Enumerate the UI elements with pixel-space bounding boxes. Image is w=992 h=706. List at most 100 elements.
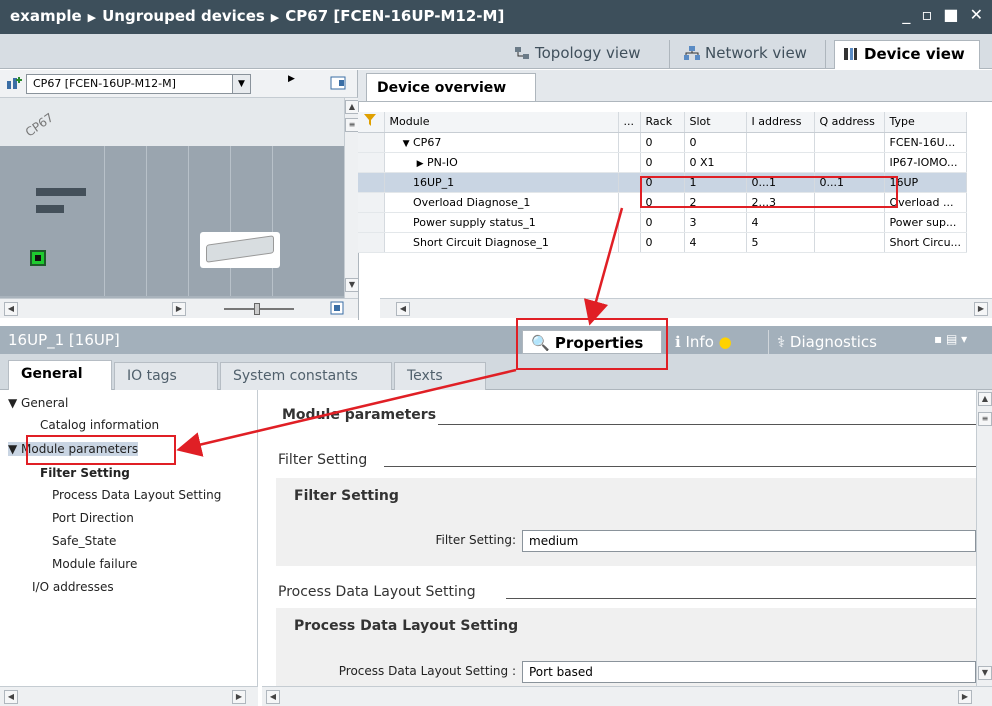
canvas-horizontal-scrollbar[interactable]: ◀ ▶ bbox=[0, 298, 358, 318]
tab-topology-label: Topology view bbox=[535, 44, 641, 62]
network-icon bbox=[684, 46, 700, 60]
content-horizontal-scrollbar[interactable]: ◀ ▶ bbox=[262, 686, 992, 706]
cell-i-address bbox=[746, 132, 815, 153]
subtab-general[interactable]: General bbox=[8, 360, 112, 391]
col-q-address[interactable]: Q address bbox=[814, 112, 885, 133]
table-row[interactable]: Short Circuit Diagnose_1 0 4 5 Short Cir… bbox=[358, 232, 968, 253]
pdl-setting-field[interactable]: Port based bbox=[522, 661, 976, 683]
diagnostics-icon: ⚕ bbox=[777, 333, 786, 351]
zoom-fit-icon[interactable] bbox=[330, 301, 344, 318]
scroll-up-icon[interactable]: ▲ bbox=[978, 392, 992, 406]
scroll-down-icon[interactable]: ▼ bbox=[978, 666, 992, 680]
cell-slot: 0 X1 bbox=[684, 152, 747, 173]
filter-group-title: Filter Setting bbox=[294, 488, 399, 504]
cell-q-address bbox=[814, 232, 885, 253]
annotation-highlight-properties bbox=[516, 318, 668, 370]
nav-process-data-layout[interactable]: Process Data Layout Setting bbox=[52, 488, 221, 502]
subtab-texts[interactable]: Texts bbox=[394, 362, 486, 390]
table-header-row: Module ... Rack Slot I address Q address… bbox=[358, 112, 968, 133]
scroll-right-icon[interactable]: ▶ bbox=[172, 302, 186, 316]
title-bar: example ▶ Ungrouped devices ▶ CP67 [FCEN-16U… bbox=[0, 0, 992, 34]
tab-device-overview[interactable]: Device overview bbox=[366, 73, 536, 101]
cell-rack: 0 bbox=[640, 152, 685, 173]
cell-type: Short Circu... bbox=[884, 232, 968, 253]
tab-info[interactable]: ℹ Info ● bbox=[666, 330, 766, 354]
col-type[interactable]: Type bbox=[884, 112, 968, 133]
nav-general[interactable]: ▼ General bbox=[8, 396, 68, 410]
col-slot[interactable]: Slot bbox=[684, 112, 747, 133]
scroll-up-icon[interactable]: ▲ bbox=[345, 100, 359, 114]
nav-horizontal-scrollbar[interactable]: ◀ ▶ bbox=[0, 686, 258, 706]
tab-device-view[interactable]: Device view bbox=[834, 40, 980, 69]
col-i-address[interactable]: I address bbox=[746, 112, 815, 133]
table-row[interactable]: Power supply status_1 0 3 4 Power sup... bbox=[358, 212, 968, 233]
col-more[interactable]: ... bbox=[618, 112, 641, 133]
device-tree-icon[interactable] bbox=[6, 75, 22, 94]
col-rack[interactable]: Rack bbox=[640, 112, 685, 133]
tab-info-label: Info bbox=[685, 333, 714, 351]
expand-icon[interactable]: ▼ bbox=[390, 139, 410, 149]
slot-divider bbox=[230, 146, 231, 296]
device-canvas[interactable] bbox=[0, 98, 344, 298]
device-select[interactable]: CP67 [FCEN-16UP-M12-M] ▼ bbox=[26, 74, 251, 94]
filter-setting-field[interactable]: medium bbox=[522, 530, 976, 552]
nav-safe-state[interactable]: Safe_State bbox=[52, 534, 116, 548]
col-module[interactable]: Module bbox=[384, 112, 619, 133]
tab-topology-view[interactable]: Topology view bbox=[506, 40, 670, 69]
chevron-down-icon[interactable]: ▼ bbox=[232, 75, 250, 93]
scroll-right-icon[interactable]: ▶ bbox=[232, 690, 246, 704]
status-led-icon bbox=[30, 250, 46, 266]
canvas-vertical-scrollbar[interactable]: ▲ ≡ ▼ bbox=[344, 98, 359, 298]
breadcrumb-device[interactable]: CP67 [FCEN-16UP-M12-M] bbox=[285, 7, 504, 25]
pdl-setting-label: Process Data Layout Setting : bbox=[338, 664, 516, 678]
col-filter-icon[interactable] bbox=[358, 112, 385, 133]
scroll-left-icon[interactable]: ◀ bbox=[4, 302, 18, 316]
nav-catalog-information[interactable]: Catalog information bbox=[40, 418, 159, 432]
module-image[interactable] bbox=[200, 232, 280, 268]
scroll-right-icon[interactable]: ▶ bbox=[958, 690, 972, 704]
cell-rack: 0 bbox=[640, 132, 685, 153]
device-toolbar: CP67 [FCEN-16UP-M12-M] ▼ ▶ bbox=[0, 70, 358, 98]
cell-type: Power sup... bbox=[884, 212, 968, 233]
content-vertical-scrollbar[interactable]: ▲ ≡ ▼ bbox=[976, 390, 992, 686]
cell-module: PN-IO bbox=[427, 155, 458, 169]
module-indicator bbox=[36, 188, 86, 196]
table-row[interactable]: ▶ PN-IO 0 0 X1 IP67-IOMO... bbox=[358, 152, 968, 173]
expand-icon[interactable]: ▶ bbox=[390, 159, 424, 169]
nav-filter-setting[interactable]: Filter Setting bbox=[40, 466, 130, 480]
panel-controls[interactable]: ▪ ▤ ▾ bbox=[934, 332, 967, 346]
tab-device-label: Device view bbox=[864, 45, 965, 63]
subtab-system-constants[interactable]: System constants bbox=[220, 362, 392, 390]
slot-divider bbox=[272, 146, 273, 296]
table-horizontal-scrollbar[interactable]: ◀ ▶ bbox=[380, 298, 992, 318]
breadcrumb-group[interactable]: Ungrouped devices bbox=[102, 7, 265, 25]
window-controls[interactable]: _ ▫ ■ ✕ bbox=[902, 5, 986, 24]
overview-toggle-icon[interactable] bbox=[330, 75, 346, 94]
chevron-right-icon[interactable]: ▶ bbox=[288, 74, 295, 84]
zoom-slider-handle[interactable] bbox=[254, 303, 260, 315]
properties-title: 16UP_1 [16UP] bbox=[8, 331, 120, 349]
nav-port-direction[interactable]: Port Direction bbox=[52, 511, 134, 525]
scroll-thumb[interactable]: ≡ bbox=[345, 118, 359, 132]
scroll-left-icon[interactable]: ◀ bbox=[396, 302, 410, 316]
tab-network-view[interactable]: Network view bbox=[676, 40, 826, 69]
section-filter-setting: Filter Setting bbox=[278, 452, 368, 468]
scroll-right-icon[interactable]: ▶ bbox=[974, 302, 988, 316]
annotation-highlight-module-parameters bbox=[26, 435, 176, 465]
nav-module-failure[interactable]: Module failure bbox=[52, 557, 137, 571]
cell-module: Overload Diagnose_1 bbox=[413, 195, 531, 209]
table-row[interactable]: ▼ CP67 0 0 FCEN-16U... bbox=[358, 132, 968, 153]
scroll-left-icon[interactable]: ◀ bbox=[266, 690, 280, 704]
slot-divider bbox=[188, 146, 189, 296]
scroll-left-icon[interactable]: ◀ bbox=[4, 690, 18, 704]
slot-divider bbox=[104, 146, 105, 296]
rack bbox=[0, 146, 344, 296]
scroll-down-icon[interactable]: ▼ bbox=[345, 278, 359, 292]
scroll-thumb[interactable]: ≡ bbox=[978, 412, 992, 426]
tab-diagnostics[interactable]: ⚕ Diagnostics bbox=[768, 330, 908, 354]
subtab-io-tags[interactable]: IO tags bbox=[114, 362, 218, 390]
cell-slot: 4 bbox=[684, 232, 747, 253]
cell-module: Power supply status_1 bbox=[413, 215, 536, 229]
breadcrumb-project[interactable]: example bbox=[10, 7, 82, 25]
nav-io-addresses[interactable]: I/O addresses bbox=[32, 580, 114, 594]
